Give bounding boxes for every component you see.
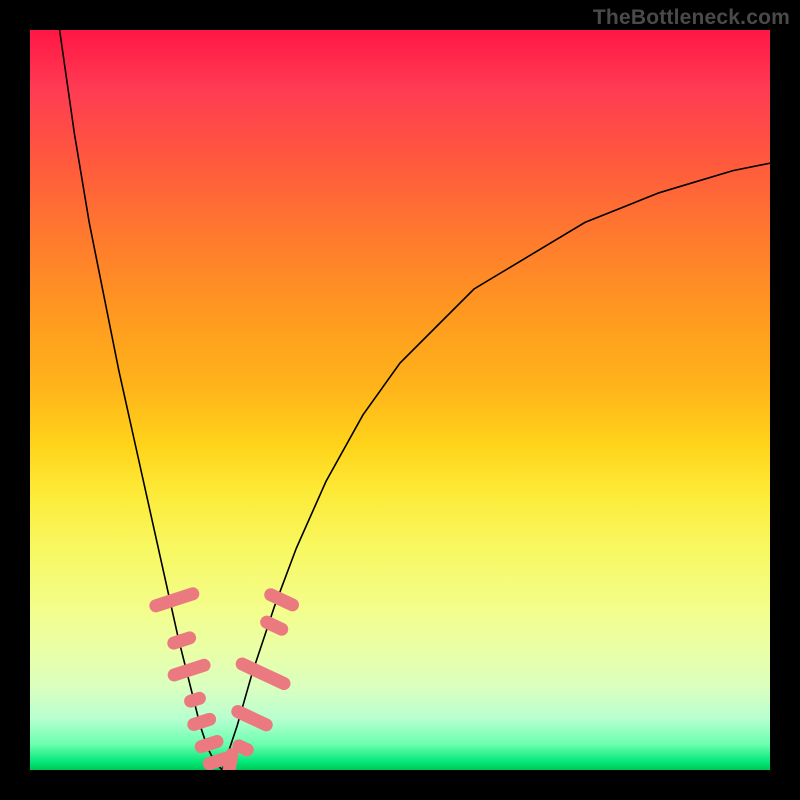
chart-frame: TheBottleneck.com [0, 0, 800, 800]
marker-point [148, 586, 201, 614]
marker-point [234, 655, 293, 692]
curve-layer [30, 30, 770, 770]
marker-point [258, 614, 290, 638]
marker-point [166, 630, 198, 652]
curves [60, 30, 770, 770]
markers [148, 586, 301, 770]
plot-area [30, 30, 770, 770]
marker-point [182, 690, 207, 709]
watermark-text: TheBottleneck.com [593, 6, 790, 30]
curve-right-branch [222, 163, 770, 770]
curve-left-branch [60, 30, 223, 770]
marker-point [262, 586, 301, 613]
